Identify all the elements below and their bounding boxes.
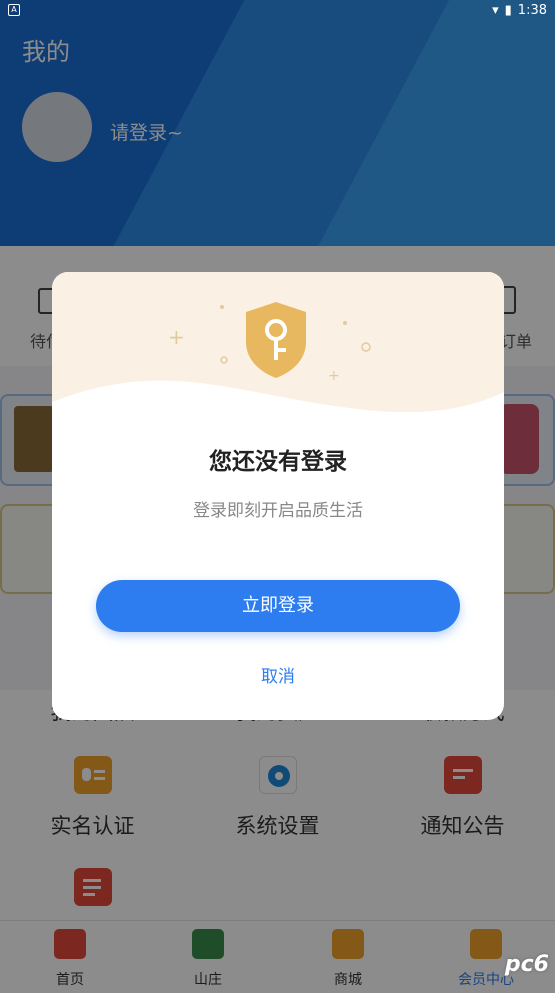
wifi-icon: ▾ [492,3,499,18]
dialog-illustration: + + [52,272,504,432]
cancel-button[interactable]: 取消 [52,662,504,687]
svg-text:+: + [328,368,340,384]
dialog-title: 您还没有登录 [209,449,347,475]
status-time: 1:38 [517,3,547,18]
login-now-button[interactable]: 立即登录 [96,580,460,632]
watermark: pc6 [504,952,549,977]
battery-icon: ▮ [504,3,512,18]
status-icons: ▾ ▮ 1:38 [492,3,547,18]
dialog-subtitle: 登录即刻开启品质生活 [193,501,363,521]
status-bar: A ▾ ▮ 1:38 [0,0,555,24]
login-dialog: + + 您还没有登录 登录即刻开启品质生活 立即登录 取消 [52,272,504,720]
svg-text:+: + [168,325,185,349]
notification-icon: A [8,4,20,16]
